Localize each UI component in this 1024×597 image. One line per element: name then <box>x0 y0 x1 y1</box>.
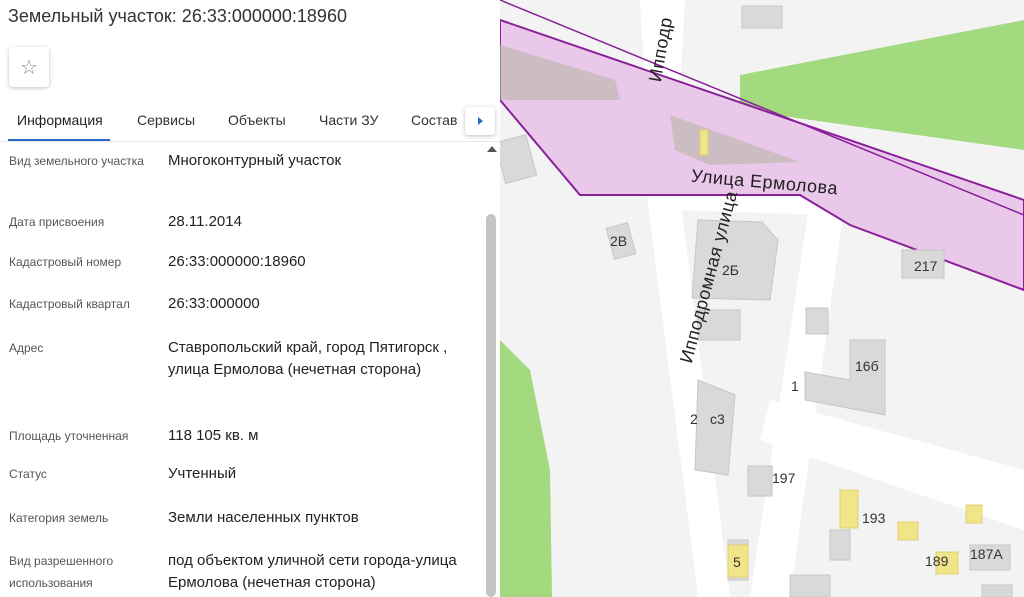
tab-composition[interactable]: Состав <box>411 112 457 128</box>
scroll-thumb[interactable] <box>486 214 496 597</box>
tab-information[interactable]: Информация <box>17 112 103 128</box>
map-canvas <box>500 0 1024 597</box>
house-number: 1 <box>791 378 799 394</box>
favorite-button[interactable]: ☆ <box>9 47 49 87</box>
house-number: 217 <box>914 258 938 274</box>
info-label: Категория земель <box>9 511 109 525</box>
house-number: 2Б <box>722 262 739 278</box>
house-number: 5 <box>733 554 741 570</box>
green-area <box>500 340 552 597</box>
scroll-up-arrow-icon[interactable] <box>487 146 497 152</box>
tab-services[interactable]: Сервисы <box>137 112 195 128</box>
tab-parts[interactable]: Части ЗУ <box>319 112 378 128</box>
scrollbar[interactable] <box>484 142 500 597</box>
house-number: 193 <box>862 510 886 526</box>
info-value: Многоконтурный участок <box>168 152 342 169</box>
building <box>789 574 831 597</box>
info-label: Кадастровый квартал <box>9 297 130 311</box>
building <box>500 133 538 185</box>
house-number: 2 <box>690 411 698 427</box>
building-yellow <box>897 521 919 541</box>
info-value: под объектом уличной сети города-улица Е… <box>168 552 457 591</box>
info-value: Земли населенных пунктов <box>168 509 359 526</box>
building <box>829 529 851 561</box>
info-value: Ставропольский край, город Пятигорск , у… <box>168 339 448 378</box>
house-number: 197 <box>772 470 796 486</box>
info-value: 26:33:000000:18960 <box>168 253 306 270</box>
info-label: Вид разрешенного использования <box>9 554 114 590</box>
building <box>694 379 736 476</box>
map-view[interactable]: Улица Ермолова Ипподромная улица Ипподр … <box>500 0 1024 597</box>
house-number: 189 <box>925 553 949 569</box>
active-tab-indicator <box>8 139 110 141</box>
house-number: 187А <box>970 546 1003 562</box>
info-value: 26:33:000000 <box>168 295 260 312</box>
building-yellow <box>839 489 859 529</box>
building-yellow <box>965 504 983 524</box>
building-yellow <box>699 129 709 156</box>
info-value: 118 105 кв. м <box>168 427 259 444</box>
house-number: 2В <box>610 233 628 249</box>
building <box>981 584 1013 597</box>
info-label: Дата присвоения <box>9 215 105 229</box>
info-list: Вид земельного участка Многоконтурный уч… <box>0 142 484 597</box>
info-label: Площадь уточненная <box>9 429 129 443</box>
building <box>805 307 829 335</box>
chevron-right-icon <box>477 117 483 125</box>
info-label: Кадастровый номер <box>9 255 122 269</box>
building <box>741 5 783 29</box>
info-label: Статус <box>9 467 47 481</box>
page-title: Земельный участок: 26:33:000000:18960 <box>8 6 347 26</box>
tabs-scroll-right-button[interactable] <box>465 107 495 135</box>
building <box>747 465 773 497</box>
info-value: 28.11.2014 <box>168 213 242 230</box>
info-label: Адрес <box>9 341 44 355</box>
info-panel: Земельный участок: 26:33:000000:18960 ☆ … <box>0 0 500 597</box>
house-number: 16б <box>855 358 879 374</box>
tab-bar: Информация Сервисы Объекты Части ЗУ Сост… <box>0 100 500 142</box>
star-icon: ☆ <box>20 56 38 79</box>
info-value: Учтенный <box>168 465 237 482</box>
info-label: Вид земельного участка <box>9 154 144 168</box>
tab-objects[interactable]: Объекты <box>228 112 286 128</box>
house-number: с3 <box>710 411 725 427</box>
